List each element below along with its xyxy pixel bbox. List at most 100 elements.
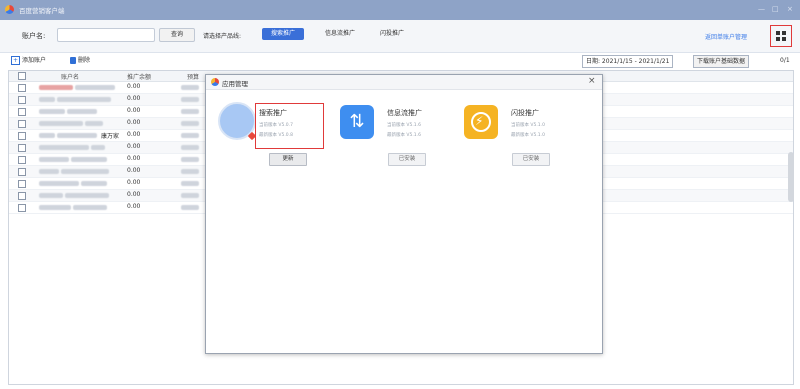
- baidu-logo-icon: [5, 5, 14, 14]
- select-all-checkbox[interactable]: [18, 72, 26, 80]
- balance-cell: 0.00: [127, 179, 141, 186]
- add-account-label: 添加账户: [22, 57, 47, 64]
- delete-label: 删除: [78, 57, 91, 64]
- redacted-account-name: [39, 121, 83, 126]
- redacted-account-name: [73, 205, 107, 210]
- row-checkbox[interactable]: [18, 156, 26, 164]
- tab-flash-promotion[interactable]: 闪投推广: [372, 28, 412, 40]
- redacted-account-name: [39, 97, 55, 102]
- query-button[interactable]: 查询: [159, 28, 195, 42]
- app-name-flash: 闪投推广: [511, 109, 539, 117]
- account-name-label: 账户名:: [22, 32, 46, 40]
- row-checkbox[interactable]: [18, 180, 26, 188]
- vertical-scrollbar[interactable]: [788, 152, 794, 202]
- installed-button-flash[interactable]: 已安装: [512, 153, 550, 166]
- dialog-title: 应用管理: [222, 80, 248, 88]
- add-account-button[interactable]: + 添加账户: [11, 55, 46, 67]
- search-toolbar: 账户名: 查询 请选择产品线: 搜索推广 信息流推广 闪投推广 返回单账户管理: [0, 20, 800, 53]
- product-line-label: 请选择产品线:: [203, 33, 242, 40]
- app-manager-dialog: 应用管理 × 搜索推广 当前版本 V5.0.7 最新版本 V5.0.8 更新 ⇅…: [205, 74, 603, 354]
- redacted-budget: [181, 157, 199, 162]
- feed-app-icon: ⇅: [340, 105, 374, 139]
- page-indicator: 0/1: [780, 57, 790, 64]
- row-checkbox[interactable]: [18, 96, 26, 104]
- redacted-account-name: [39, 205, 71, 210]
- app-current-version-flash: 当前版本 V5.1.0: [511, 123, 545, 128]
- redacted-account-name: [85, 121, 103, 126]
- redacted-account-name: [75, 85, 115, 90]
- redacted-account-name: [81, 181, 107, 186]
- installed-button-feed[interactable]: 已安装: [388, 153, 426, 166]
- column-account-name: 账户名: [61, 74, 80, 81]
- redacted-budget: [181, 145, 199, 150]
- flash-app-icon: [464, 105, 498, 139]
- redacted-budget: [181, 133, 199, 138]
- minimize-button[interactable]: —: [758, 5, 765, 13]
- redacted-budget: [181, 97, 199, 102]
- redacted-account-name: [39, 145, 89, 150]
- dialog-close-button[interactable]: ×: [588, 76, 596, 86]
- tab-feed-promotion[interactable]: 信息流推广: [316, 28, 364, 40]
- redacted-account-name: [39, 109, 65, 114]
- redacted-account-name: [57, 97, 111, 102]
- column-balance: 推广余额: [127, 74, 152, 81]
- redacted-account-name: [39, 181, 79, 186]
- redacted-account-name: [39, 169, 59, 174]
- row-checkbox[interactable]: [18, 204, 26, 212]
- redacted-budget: [181, 109, 199, 114]
- redacted-budget: [181, 205, 199, 210]
- account-extra-label: 康万家: [101, 133, 120, 140]
- action-bar: + 添加账户 删除 日期: 2021/1/15 - 2021/1/21 下载账户基…: [0, 53, 800, 69]
- row-checkbox[interactable]: [18, 144, 26, 152]
- app-current-version-feed: 当前版本 V5.1.6: [387, 123, 421, 128]
- close-window-button[interactable]: ×: [787, 5, 793, 13]
- balance-cell: 0.00: [127, 107, 141, 114]
- balance-cell: 0.00: [127, 167, 141, 174]
- row-checkbox[interactable]: [18, 108, 26, 116]
- redacted-account-name: [39, 85, 73, 90]
- redacted-budget: [181, 181, 199, 186]
- redacted-account-name: [39, 193, 63, 198]
- redacted-account-name: [39, 133, 55, 138]
- back-to-single-account-link[interactable]: 返回单账户管理: [705, 32, 747, 41]
- redacted-account-name: [61, 169, 109, 174]
- baidu-logo-icon: [211, 78, 219, 86]
- row-checkbox[interactable]: [18, 192, 26, 200]
- plus-icon: +: [11, 56, 20, 65]
- app-current-version-search: 当前版本 V5.0.7: [259, 123, 293, 128]
- search-app-icon: [218, 102, 256, 140]
- redacted-account-name: [57, 133, 97, 138]
- account-name-input[interactable]: [57, 28, 155, 42]
- balance-cell: 0.00: [127, 191, 141, 198]
- app-name-search: 搜索推广: [259, 109, 287, 117]
- app-latest-version-feed: 最新版本 V5.1.6: [387, 133, 421, 138]
- delete-button[interactable]: 删除: [70, 55, 90, 67]
- row-checkbox[interactable]: [18, 120, 26, 128]
- row-checkbox[interactable]: [18, 132, 26, 140]
- app-name-feed: 信息流推广: [387, 109, 422, 117]
- redacted-account-name: [71, 157, 107, 162]
- balance-cell: 0.00: [127, 131, 141, 138]
- date-range-picker[interactable]: 日期: 2021/1/15 - 2021/1/21: [582, 55, 674, 68]
- update-button[interactable]: 更新: [269, 153, 307, 166]
- app-grid-icon[interactable]: [770, 25, 792, 47]
- redacted-account-name: [65, 193, 109, 198]
- balance-cell: 0.00: [127, 203, 141, 210]
- row-checkbox[interactable]: [18, 84, 26, 92]
- balance-cell: 0.00: [127, 119, 141, 126]
- dialog-header: 应用管理 ×: [206, 75, 602, 90]
- download-data-button[interactable]: 下载账户基础数据: [693, 55, 750, 68]
- balance-cell: 0.00: [127, 143, 141, 150]
- row-checkbox[interactable]: [18, 168, 26, 176]
- trash-icon: [70, 57, 76, 64]
- tab-search-promotion[interactable]: 搜索推广: [262, 28, 304, 40]
- balance-cell: 0.00: [127, 95, 141, 102]
- redacted-account-name: [91, 145, 105, 150]
- app-latest-version-flash: 最新版本 V5.1.0: [511, 133, 545, 138]
- column-budget: 预算: [187, 74, 200, 81]
- window-title: 百度营销客户端: [19, 7, 65, 15]
- redacted-budget: [181, 169, 199, 174]
- redacted-budget: [181, 85, 199, 90]
- redacted-budget: [181, 193, 199, 198]
- maximize-button[interactable]: □: [772, 5, 779, 13]
